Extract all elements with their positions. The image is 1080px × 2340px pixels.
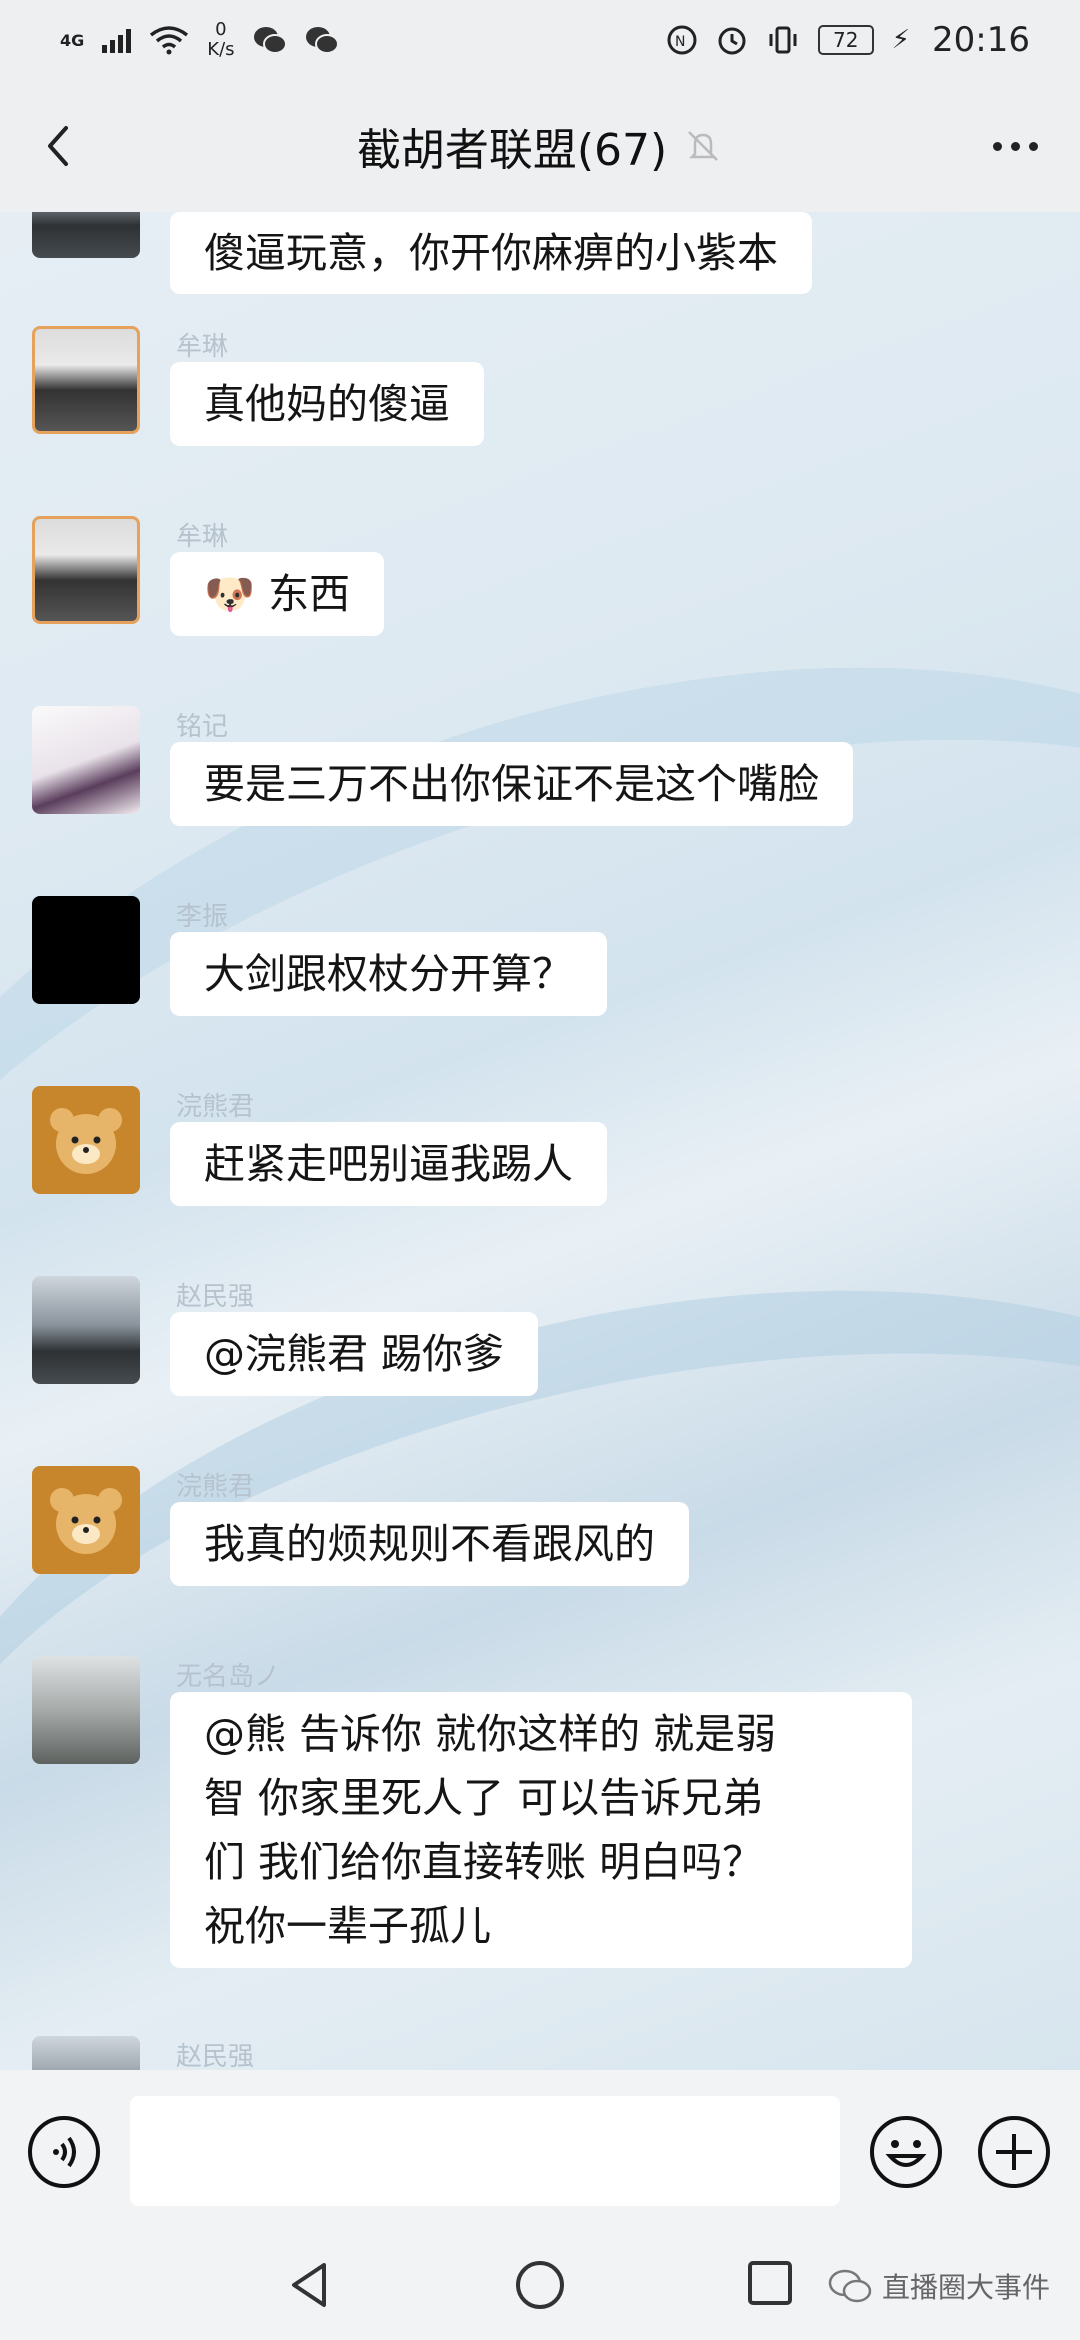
avatar[interactable] bbox=[32, 896, 140, 1004]
avatar[interactable] bbox=[32, 2036, 140, 2070]
alarm-icon bbox=[718, 27, 746, 55]
network-type: 4G bbox=[60, 30, 85, 50]
message-text: @浣熊君 踢你爹 bbox=[204, 1330, 505, 1378]
message-bubble[interactable]: 真他妈的傻逼 bbox=[170, 362, 484, 446]
mute-bell-icon bbox=[688, 131, 719, 161]
message-bubble[interactable]: 大剑跟权杖分开算？ bbox=[170, 932, 607, 1016]
sender-name: 赵民强 bbox=[176, 2042, 255, 2070]
sender-name: 赵民强 bbox=[176, 1282, 255, 1312]
avatar[interactable] bbox=[32, 1656, 140, 1764]
message-text: 我真的烦规则不看跟风的 bbox=[204, 1520, 655, 1568]
status-left: 4G 0 K/s bbox=[60, 20, 339, 60]
status-bar: 4G 0 K/s N 72 ⚡ 20:16 bbox=[0, 0, 1080, 80]
battery-indicator: 72 bbox=[817, 25, 874, 55]
sender-name: 无名岛ノ bbox=[176, 1662, 281, 1692]
message-bubble[interactable]: 我真的烦规则不看跟风的 bbox=[170, 1502, 689, 1586]
bear-face-icon bbox=[50, 1488, 122, 1554]
wechat-icon bbox=[305, 27, 339, 54]
message-text-line: 祝你一辈子孤儿 bbox=[204, 1902, 491, 1950]
system-nav-bar: 直播圈大事件 bbox=[0, 2230, 1080, 2340]
input-bar bbox=[0, 2070, 1080, 2230]
message-bubble[interactable]: @熊 告诉你 就你这样的 就是弱 智 你家里死人了 可以告诉兄弟 们 我们给你直… bbox=[170, 1692, 912, 1968]
wifi-icon bbox=[150, 26, 189, 55]
chat-header: 截胡者联盟(67) bbox=[0, 80, 1080, 212]
avatar[interactable] bbox=[32, 1086, 140, 1194]
sender-name: 铭记 bbox=[176, 712, 229, 742]
message-text-line: 们 我们给你直接转账 明白吗？ bbox=[204, 1838, 764, 1886]
dog-emoji-icon: 🐶 bbox=[204, 570, 256, 618]
message-text: 东西 bbox=[268, 570, 351, 618]
wechat-icon bbox=[253, 27, 287, 54]
clock: 20:16 bbox=[932, 20, 1030, 60]
title-group: 截胡者联盟(67) bbox=[357, 114, 723, 178]
charging-icon: ⚡ bbox=[891, 25, 911, 55]
sender-name: 牟琳 bbox=[176, 522, 229, 552]
avatar[interactable] bbox=[32, 1276, 140, 1384]
bear-face-icon bbox=[50, 1108, 122, 1174]
avatar[interactable] bbox=[32, 706, 140, 814]
avatar[interactable] bbox=[32, 212, 140, 258]
sender-name: 李振 bbox=[176, 902, 229, 932]
message-text: 大剑跟权杖分开算？ bbox=[204, 950, 573, 998]
message-bubble[interactable]: 🐶 东西 bbox=[170, 552, 385, 636]
speed-unit: K/s bbox=[207, 39, 235, 60]
message-text: 要是三万不出你保证不是这个嘴脸 bbox=[204, 760, 819, 808]
nfc-icon: N bbox=[667, 25, 697, 55]
nav-home-icon[interactable] bbox=[510, 2255, 570, 2315]
message-text: 赶紧走吧别逼我踢人 bbox=[204, 1140, 573, 1188]
sender-name: 牟琳 bbox=[176, 332, 229, 362]
message-input[interactable] bbox=[130, 2096, 840, 2206]
sender-name: 浣熊君 bbox=[176, 1472, 255, 1502]
message-bubble[interactable]: 傻逼玩意，你开你麻痹的小紫本 bbox=[170, 212, 812, 294]
network-speed: 0 K/s bbox=[207, 20, 234, 60]
message-bubble[interactable]: 赶紧走吧别逼我踢人 bbox=[170, 1122, 607, 1206]
back-arrow-icon[interactable] bbox=[30, 116, 90, 176]
message-text: 真他妈的傻逼 bbox=[204, 380, 450, 428]
sender-name: 浣熊君 bbox=[176, 1092, 255, 1122]
watermark-text: 直播圈大事件 bbox=[881, 2271, 1050, 2304]
message-bubble[interactable]: 要是三万不出你保证不是这个嘴脸 bbox=[170, 742, 853, 826]
status-right: N 72 ⚡ 20:16 bbox=[666, 20, 1030, 60]
wechat-icon bbox=[828, 2269, 872, 2303]
nav-recent-apps-icon[interactable] bbox=[742, 2255, 798, 2311]
svg-text:N: N bbox=[675, 34, 685, 50]
chat-title: 截胡者联盟(67) bbox=[356, 125, 668, 176]
plus-icon[interactable] bbox=[976, 2114, 1052, 2190]
emoji-icon[interactable] bbox=[868, 2114, 944, 2190]
nav-back-icon[interactable] bbox=[280, 2255, 340, 2315]
message-text-line: @熊 告诉你 就你这样的 就是弱 bbox=[204, 1710, 777, 1758]
watermark: 直播圈大事件 bbox=[828, 2266, 1050, 2306]
more-options-button[interactable] bbox=[980, 116, 1050, 176]
chat-messages[interactable]: 傻逼玩意，你开你麻痹的小紫本 牟琳 真他妈的傻逼 牟琳 🐶 东西 铭记 要是三万… bbox=[0, 212, 1080, 2070]
voice-icon[interactable] bbox=[26, 2114, 102, 2190]
message-bubble[interactable]: @浣熊君 踢你爹 bbox=[170, 1312, 539, 1396]
avatar[interactable] bbox=[32, 326, 140, 434]
avatar[interactable] bbox=[32, 1466, 140, 1574]
avatar[interactable] bbox=[32, 516, 140, 624]
speed-value: 0 bbox=[215, 19, 227, 40]
vibrate-icon bbox=[769, 26, 797, 54]
message-text-line: 智 你家里死人了 可以告诉兄弟 bbox=[204, 1774, 764, 1822]
message-text: 傻逼玩意，你开你麻痹的小紫本 bbox=[204, 229, 778, 277]
signal-icon bbox=[102, 27, 132, 53]
